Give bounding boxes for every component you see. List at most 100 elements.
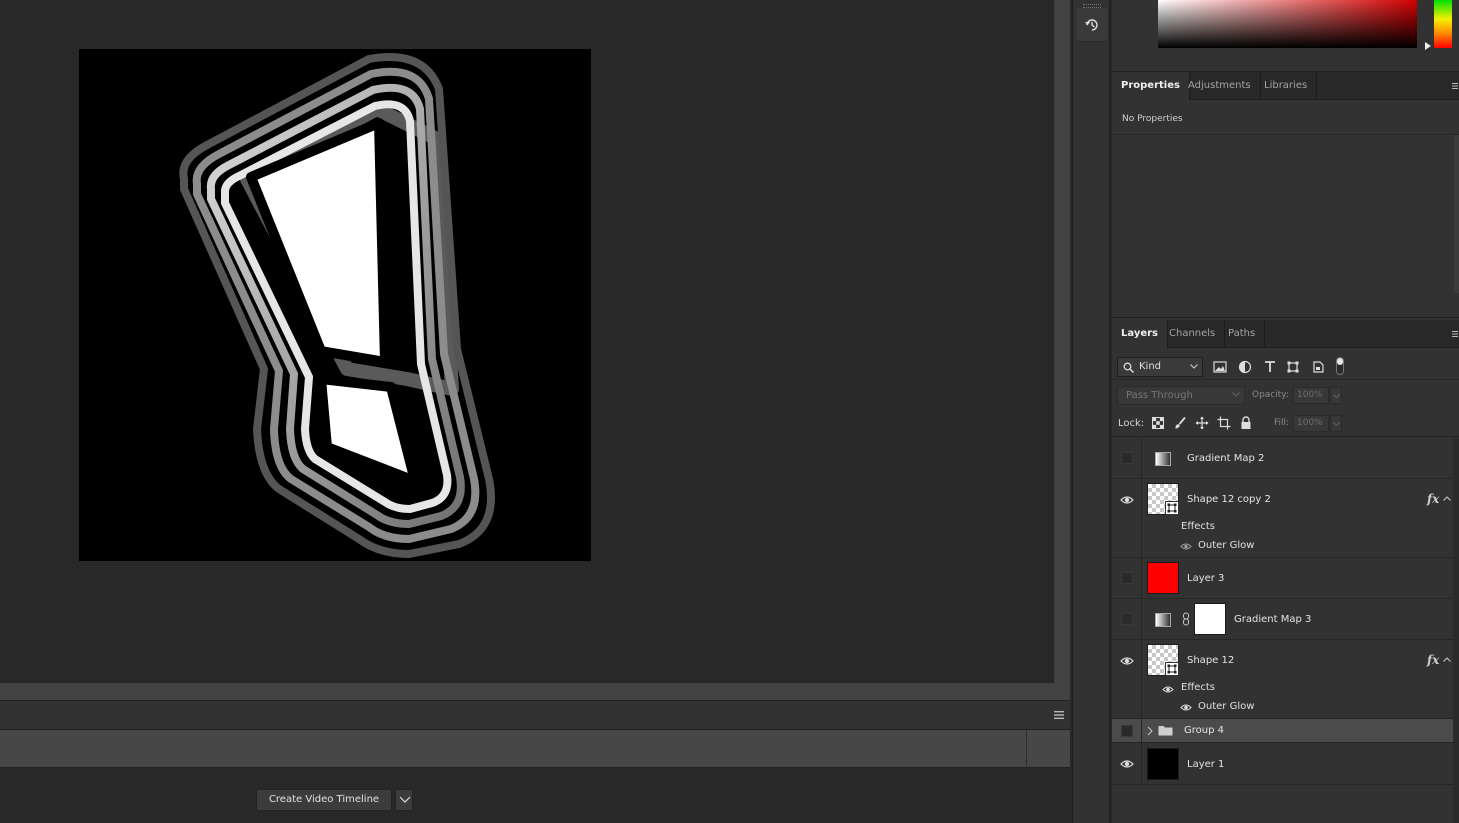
eye-icon xyxy=(1120,496,1134,504)
layers-scrollbar[interactable] xyxy=(1453,438,1459,823)
tab-adjustments[interactable]: Adjustments xyxy=(1179,72,1261,100)
layer-name[interactable]: Shape 12 xyxy=(1187,655,1234,666)
fill-input[interactable]: 100% xyxy=(1293,415,1329,432)
layer-filter-row: Kind xyxy=(1112,348,1459,380)
canvas-horizontal-scrollbar[interactable] xyxy=(0,683,1054,700)
layer-row[interactable]: Shape 12 copy 2 fx Effects Outer Glow xyxy=(1112,479,1453,558)
opacity-input[interactable]: 100% xyxy=(1293,387,1329,404)
fx-icon[interactable]: fx xyxy=(1427,653,1439,667)
effects-label[interactable]: Effects xyxy=(1181,521,1215,532)
blend-mode-row: Pass Through Opacity: 100% xyxy=(1112,381,1459,409)
canvas-vertical-scrollbar[interactable] xyxy=(1054,0,1070,700)
shape-layer-badge-icon xyxy=(1165,662,1179,676)
timeline-divider xyxy=(1026,730,1027,768)
layer-name[interactable]: Gradient Map 3 xyxy=(1234,614,1311,625)
layer-row[interactable]: Shape 12 fx Effects Outer Glow xyxy=(1112,640,1453,719)
fx-icon[interactable]: fx xyxy=(1427,492,1439,506)
layer-name[interactable]: Layer 3 xyxy=(1187,573,1224,584)
layer-row[interactable]: Layer 1 xyxy=(1112,743,1453,785)
link-icon[interactable] xyxy=(1182,612,1190,626)
layer-name[interactable]: Layer 1 xyxy=(1187,759,1224,770)
layer-name[interactable]: Group 4 xyxy=(1184,725,1224,736)
gradient-map-icon xyxy=(1155,613,1171,627)
lock-row: Lock: Fill: 100% xyxy=(1112,409,1459,437)
layer-visibility-toggle[interactable] xyxy=(1112,479,1142,558)
opacity-dropdown[interactable] xyxy=(1330,387,1342,404)
effects-label[interactable]: Effects xyxy=(1181,682,1215,693)
gradient-map-icon xyxy=(1155,452,1171,466)
layer-visibility-toggle[interactable] xyxy=(1112,599,1142,640)
layer-name[interactable]: Gradient Map 2 xyxy=(1187,453,1264,464)
lock-label: Lock: xyxy=(1118,418,1145,429)
search-icon xyxy=(1123,362,1134,373)
properties-scrollbar[interactable] xyxy=(1454,135,1459,293)
color-picker-field[interactable] xyxy=(1158,0,1417,48)
properties-panel-body: No Properties xyxy=(1112,100,1459,318)
type-filter-icon[interactable] xyxy=(1263,360,1277,374)
layer-row[interactable]: Layer 3 xyxy=(1112,558,1453,599)
hue-slider[interactable] xyxy=(1434,0,1452,48)
tab-libraries[interactable]: Libraries xyxy=(1255,72,1318,100)
lock-transparent-icon[interactable] xyxy=(1151,416,1165,430)
blend-mode-select[interactable]: Pass Through xyxy=(1117,386,1245,405)
chevron-up-icon[interactable] xyxy=(1443,496,1451,501)
effect-outer-glow[interactable]: Outer Glow xyxy=(1198,701,1254,712)
fill-label: Fill: xyxy=(1274,418,1290,428)
layer-mask-thumbnail[interactable] xyxy=(1194,603,1226,635)
layer-row[interactable]: Group 4 xyxy=(1112,719,1453,743)
layer-visibility-toggle[interactable] xyxy=(1112,640,1142,719)
timeline-type-dropdown[interactable] xyxy=(395,789,413,811)
chevron-down-icon xyxy=(1333,422,1340,426)
layer-visibility-toggle[interactable] xyxy=(1112,743,1142,785)
effect-outer-glow[interactable]: Outer Glow xyxy=(1198,540,1254,551)
visibility-off-box xyxy=(1121,613,1133,625)
filter-kind-select[interactable]: Kind xyxy=(1117,357,1203,377)
lock-move-icon[interactable] xyxy=(1195,416,1209,430)
layer-visibility-toggle[interactable] xyxy=(1112,438,1142,479)
chevron-right-icon[interactable] xyxy=(1147,726,1153,736)
panel-menu-icon[interactable] xyxy=(1452,83,1458,89)
eye-icon xyxy=(1120,657,1134,665)
shape-layer-badge-icon xyxy=(1165,501,1179,515)
panel-menu-icon[interactable] xyxy=(1054,710,1064,720)
panel-menu-icon[interactable] xyxy=(1452,331,1458,337)
eye-icon[interactable] xyxy=(1180,542,1192,551)
right-panel-dock: Properties Adjustments Libraries No Prop… xyxy=(1112,0,1459,823)
layer-name[interactable]: Shape 12 copy 2 xyxy=(1187,494,1271,505)
folder-icon xyxy=(1158,726,1173,736)
eye-icon[interactable] xyxy=(1162,685,1174,694)
lock-all-icon[interactable] xyxy=(1239,416,1253,430)
tab-paths[interactable]: Paths xyxy=(1219,320,1266,348)
document-canvas[interactable] xyxy=(79,49,591,561)
hue-slider-marker[interactable] xyxy=(1425,42,1431,50)
layer-visibility-toggle[interactable] xyxy=(1112,558,1142,599)
lock-artboard-icon[interactable] xyxy=(1217,416,1231,430)
adjustment-filter-icon[interactable] xyxy=(1238,360,1252,374)
fill-dropdown[interactable] xyxy=(1330,415,1342,432)
shape-filter-icon[interactable] xyxy=(1286,360,1300,374)
layer-row[interactable]: Gradient Map 3 xyxy=(1112,599,1453,640)
lock-paint-icon[interactable] xyxy=(1173,416,1187,430)
filter-on-off-toggle[interactable] xyxy=(1336,357,1344,375)
layer-thumbnail xyxy=(1147,483,1179,515)
chevron-down-icon xyxy=(1333,394,1340,398)
layer-thumbnail xyxy=(1147,644,1179,676)
visibility-off-box xyxy=(1121,725,1133,737)
history-icon xyxy=(1085,19,1098,31)
collapsed-panel-strip xyxy=(1072,0,1110,823)
smart-object-filter-icon[interactable] xyxy=(1311,360,1325,374)
layer-row[interactable]: Gradient Map 2 xyxy=(1112,438,1453,479)
chevron-up-icon[interactable] xyxy=(1443,657,1451,662)
chevron-down-icon xyxy=(1232,392,1240,397)
chevron-down-icon xyxy=(1190,364,1198,369)
layers-list: Gradient Map 2 Shape 12 copy 2 fx Effect… xyxy=(1112,438,1453,823)
create-video-timeline-button[interactable]: Create Video Timeline xyxy=(256,789,392,811)
layer-visibility-toggle[interactable] xyxy=(1112,719,1142,743)
document-canvas-area[interactable] xyxy=(0,0,1054,683)
image-filter-icon[interactable] xyxy=(1213,360,1227,374)
eye-icon[interactable] xyxy=(1180,703,1192,712)
history-panel-button[interactable] xyxy=(1077,8,1107,42)
tab-channels[interactable]: Channels xyxy=(1160,320,1226,348)
visibility-off-box xyxy=(1121,452,1133,464)
eye-icon xyxy=(1120,760,1134,768)
